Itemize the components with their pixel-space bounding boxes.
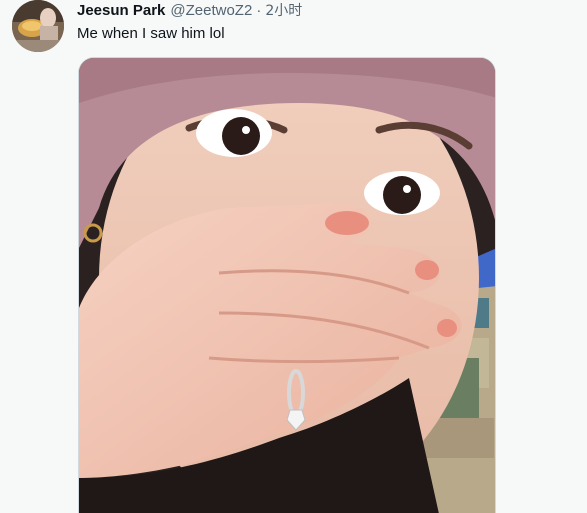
display-name[interactable]: Jeesun Park <box>77 1 165 21</box>
tweet-timestamp[interactable]: 2小时 <box>265 1 302 21</box>
user-handle[interactable]: @ZeetwoZ2 <box>170 1 252 21</box>
avatar-image <box>12 0 64 52</box>
tweet-photo[interactable] <box>78 57 496 513</box>
tweet[interactable]: Jeesun Park @ZeetwoZ2 · 2小时 Me when I sa… <box>0 0 587 513</box>
photo-image <box>79 58 495 513</box>
user-avatar[interactable] <box>12 0 64 52</box>
tweet-text: Me when I saw him lol <box>77 25 225 42</box>
tweet-header: Jeesun Park @ZeetwoZ2 · 2小时 <box>77 1 302 21</box>
separator-dot: · <box>256 2 262 19</box>
